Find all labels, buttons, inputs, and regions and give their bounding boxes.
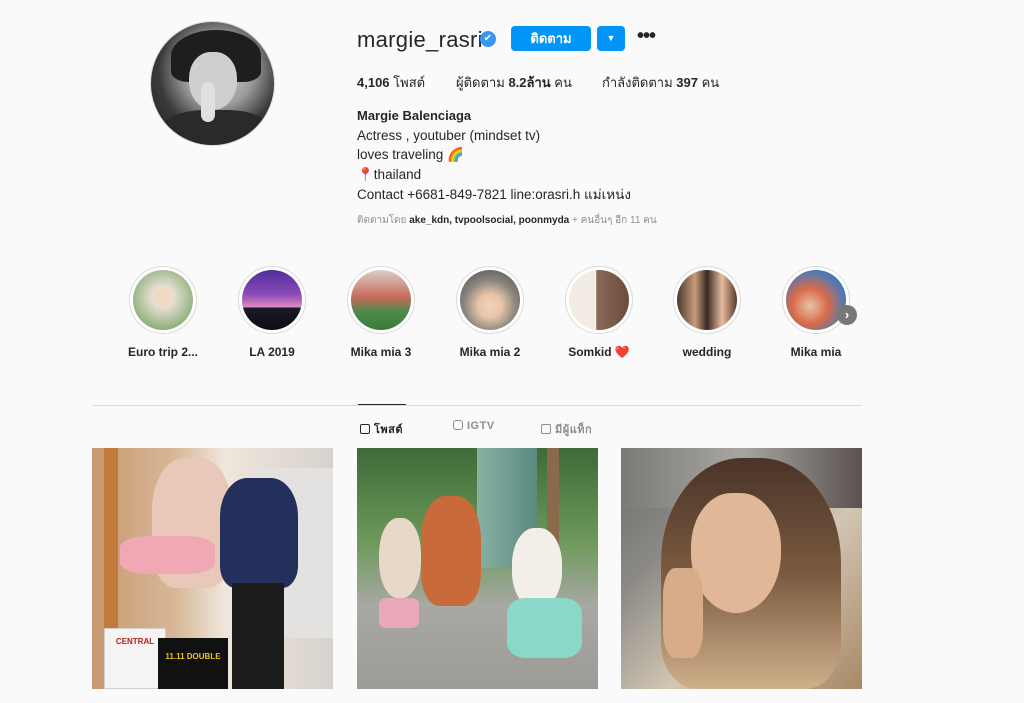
profile-full-name: Margie Balenciaga [357,108,472,123]
post-pants [232,583,284,689]
highlight-ring [129,266,197,334]
tab-posts[interactable]: โพสต์ [360,420,403,438]
post-face [691,493,781,613]
highlight-item[interactable]: Euro trip 2... [123,266,203,359]
grid-icon [360,424,370,434]
highlight-label: Mika mia 3 [350,345,412,359]
followers-count: 8.2ล้าน [508,75,551,90]
highlight-item[interactable]: LA 2019 [232,266,312,359]
verified-badge-icon: ✔ [480,31,496,47]
highlight-label: wedding [682,345,732,359]
highlights-next-icon[interactable]: › [837,305,857,325]
highlight-label: Mika mia 2 [459,345,521,359]
post-scooter-mint [507,598,582,658]
followed-by-prefix: ติดตามโดย [357,215,410,226]
post-person-man [220,478,298,588]
following-label: กำลังติดตาม [602,75,677,90]
post-person-woman [421,496,481,606]
highlight-cover [133,270,193,330]
followers-suffix: คน [550,75,572,90]
post-toddler-left [379,518,421,598]
active-tab-indicator [358,404,406,405]
followed-by-suffix: + คนอื่นๆ อีก 11 คน [569,215,657,226]
bio-line: 📍thailand [357,167,422,183]
post-thumbnail[interactable] [621,448,862,689]
tab-tagged-label: มีผู้แท็ก [555,424,593,436]
following-stat[interactable]: กำลังติดตาม 397 คน [602,72,719,93]
bio-line: Contact +6681-849-7821 line:orasri.h แม่… [357,186,631,202]
highlight-item[interactable]: Somkid ❤️ [559,266,639,359]
post-shopping-bag-black: 11.11 DOUBLE [158,638,228,689]
avatar-hand [201,82,215,122]
post-skirt [120,536,215,574]
followers-stat[interactable]: ผู้ติดตาม 8.2ล้าน คน [456,72,572,93]
posts-label: โพสต์ [389,75,426,90]
post-thumbnail[interactable] [357,448,598,689]
tabs-divider [92,405,862,406]
bio-line: loves traveling 🌈 [357,147,464,163]
highlight-ring [456,266,524,334]
bio-line: Actress , youtuber (mindset tv) [357,127,541,143]
highlight-cover [786,270,846,330]
highlight-label: LA 2019 [249,345,295,359]
profile-avatar[interactable] [150,21,275,146]
highlight-item[interactable]: Mika mia 2 [450,266,530,359]
post-scooter-pink [379,598,419,628]
highlight-ring [347,266,415,334]
following-count: 397 [676,75,698,90]
highlight-cover [242,270,302,330]
profile-username: margie_rasri [357,27,483,52]
post-hand [663,568,703,658]
highlight-ring [673,266,741,334]
highlight-cover [460,270,520,330]
highlight-item[interactable]: wedding [667,266,747,359]
followed-by-names: ake_kdn, tvpoolsocial, poonmyda [409,215,570,226]
post-thumbnail[interactable]: CENTRAL 11.11 DOUBLE [92,448,333,689]
more-options-icon[interactable]: ••• [635,26,657,51]
highlight-cover [569,270,629,330]
suggested-dropdown-icon[interactable]: ▼ [597,26,625,51]
followers-label: ผู้ติดตาม [456,75,509,90]
highlight-cover [351,270,411,330]
highlight-label: Mika mia [790,345,842,359]
follow-button[interactable]: ติดตาม [511,26,591,51]
posts-count: 4,106 [357,75,390,90]
highlight-item[interactable]: Mika mia 3 [341,266,421,359]
post-toddler-right [512,528,562,608]
tagged-icon [541,424,551,434]
highlight-label: Euro trip 2... [127,345,198,359]
highlight-ring [565,266,633,334]
tab-posts-label: โพสต์ [374,424,404,436]
tab-tagged[interactable]: มีผู้แท็ก [541,420,592,438]
posts-stat: 4,106 โพสต์ [357,72,425,93]
highlight-cover [677,270,737,330]
post-shopping-bag-white: CENTRAL [104,628,166,689]
tab-igtv[interactable]: IGTV [453,420,495,432]
avatar-body [161,110,271,145]
followed-by[interactable]: ติดตามโดย ake_kdn, tvpoolsocial, poonmyd… [357,213,657,228]
following-suffix: คน [698,75,720,90]
highlight-ring [238,266,306,334]
highlight-ring [782,266,850,334]
tab-igtv-label: IGTV [467,420,495,432]
highlight-label: Somkid ❤️ [568,345,630,359]
profile-bio: Margie Balenciaga Actress , youtuber (mi… [357,106,631,205]
igtv-icon [453,420,463,430]
